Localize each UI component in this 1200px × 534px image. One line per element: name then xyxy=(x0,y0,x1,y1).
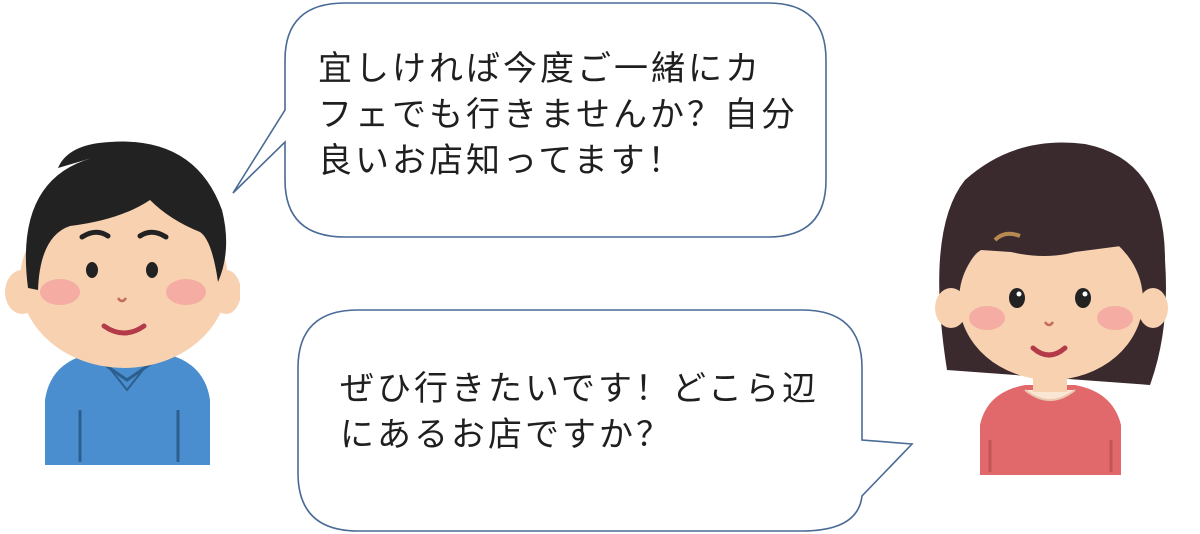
man-illustration xyxy=(5,141,240,465)
man-speech-line: フェでも行きませんか？自分 xyxy=(318,95,798,135)
man-speech-line: 良いお店知ってます！ xyxy=(318,141,685,181)
man-speech-text: 宜しければ今度ご一緒にカ フェでも行きませんか？自分 良いお店知ってます！ xyxy=(318,46,798,184)
woman-illustration xyxy=(935,142,1168,475)
man-speech-line: 宜しければ今度ご一緒にカ xyxy=(318,49,762,89)
man-shirt xyxy=(45,355,210,465)
woman-speech-line: にあるお店ですか？ xyxy=(340,415,673,455)
conversation-scene: 宜しければ今度ご一緒にカ フェでも行きませんか？自分 良いお店知ってます！ ぜひ… xyxy=(0,0,1200,534)
woman-speech-text: ぜひ行きたいです！どこら辺 にあるお店ですか？ xyxy=(340,366,819,458)
woman-speech-line: ぜひ行きたいです！どこら辺 xyxy=(340,369,819,409)
